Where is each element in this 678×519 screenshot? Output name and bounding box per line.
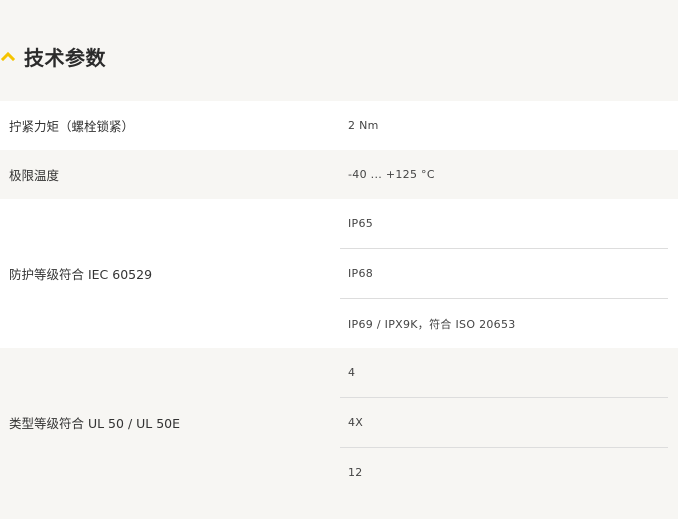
chevron-up-icon xyxy=(1,51,15,62)
row-value: IP69 / IPX9K，符合 ISO 20653 xyxy=(340,298,668,348)
row-label: 拧紧力矩（螺栓锁紧） xyxy=(9,119,135,134)
row-value: 4 xyxy=(348,366,356,379)
table-row: 极限温度 -40 ... +125 °C xyxy=(0,150,678,199)
row-values: -40 ... +125 °C xyxy=(340,150,668,199)
row-values: IP65 IP68 IP69 / IPX9K，符合 ISO 20653 xyxy=(340,199,668,348)
row-label: 极限温度 xyxy=(9,168,60,183)
row-value: 12 xyxy=(340,447,668,497)
table-row: 防护等级符合 IEC 60529 IP65 IP68 IP69 / IPX9K，… xyxy=(0,199,678,348)
row-value: 4X xyxy=(340,397,668,447)
technical-data-table: 拧紧力矩（螺栓锁紧） 2 Nm 极限温度 -40 ... +125 °C 防护等… xyxy=(0,101,678,497)
row-label: 防护等级符合 IEC 60529 xyxy=(9,267,153,282)
row-value: IP68 xyxy=(340,248,668,298)
row-label: 类型等级符合 UL 50 / UL 50E xyxy=(9,416,181,431)
row-values: 4 4X 12 xyxy=(340,348,668,497)
row-value: 2 Nm xyxy=(348,119,379,132)
row-value: -40 ... +125 °C xyxy=(348,168,435,181)
row-values: 2 Nm xyxy=(340,101,668,150)
technical-data-section-toggle[interactable]: 技术参数 xyxy=(0,36,106,76)
row-value: IP65 xyxy=(348,217,374,230)
technical-data-page: 技术参数 拧紧力矩（螺栓锁紧） 2 Nm 极限温度 -40 ... +125 °… xyxy=(0,0,678,519)
section-title: 技术参数 xyxy=(24,45,106,70)
table-row: 类型等级符合 UL 50 / UL 50E 4 4X 12 xyxy=(0,348,678,497)
table-row: 拧紧力矩（螺栓锁紧） 2 Nm xyxy=(0,101,678,150)
